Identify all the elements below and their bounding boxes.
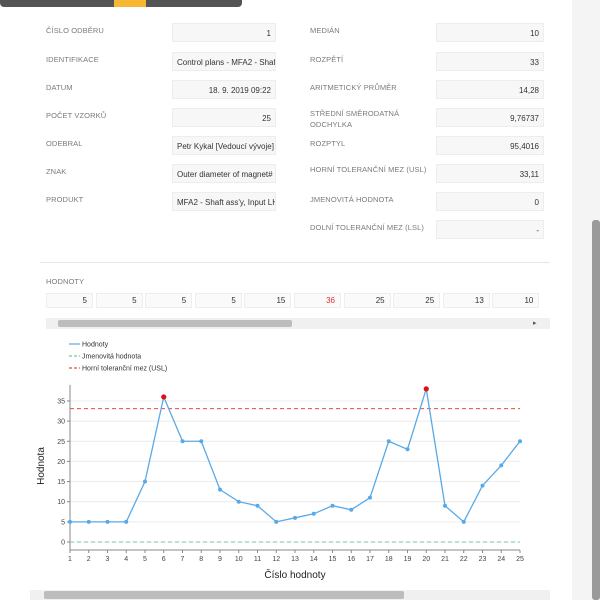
data-point: [105, 519, 110, 524]
x-tick-label: 12: [272, 556, 280, 563]
x-tick-label: 5: [143, 556, 147, 563]
y-tick-label: 5: [61, 519, 65, 526]
legend-label: Horní toleranční mez (USL): [82, 366, 167, 373]
x-tick-label: 1: [68, 556, 72, 563]
x-tick-label: 13: [291, 556, 299, 563]
x-tick-label: 20: [422, 556, 430, 563]
legend-label: Hodnoty: [82, 342, 109, 349]
x-tick-label: 4: [124, 556, 128, 563]
y-tick-label: 0: [61, 540, 65, 547]
values-chart: 051015202530351 2 3 4 5 6 7 8 9 10 11 12 13 14 15 16 17 1…: [36, 342, 524, 582]
chart-scrollbar[interactable]: [30, 590, 550, 600]
data-point: [255, 503, 260, 508]
out-of-spec-point: [161, 394, 167, 400]
y-tick-label: 15: [57, 479, 65, 486]
data-point: [274, 519, 279, 524]
data-point: [461, 519, 466, 524]
x-tick-label: 23: [479, 556, 487, 563]
x-tick-label: 3: [106, 556, 110, 563]
out-of-spec-point: [423, 386, 429, 392]
data-point: [368, 495, 372, 500]
x-tick-label: 2: [87, 556, 91, 563]
data-point: [199, 439, 204, 444]
data-point: [480, 483, 485, 488]
x-tick-label: 17: [366, 556, 374, 563]
y-tick-label: 35: [57, 398, 65, 405]
x-tick-label: 9: [218, 556, 222, 563]
x-tick-label: 25: [516, 556, 524, 563]
y-tick-label: 10: [57, 499, 65, 506]
data-point: [68, 519, 72, 524]
data-point: [180, 439, 185, 444]
x-tick-label: 10: [235, 556, 243, 563]
x-tick-label: 18: [385, 556, 393, 563]
data-point: [236, 499, 241, 504]
data-point: [218, 487, 222, 492]
x-tick-label: 16: [347, 556, 355, 563]
data-point: [330, 503, 335, 508]
y-axis-title: Hodnota: [36, 447, 47, 485]
data-point: [349, 507, 354, 512]
x-tick-label: 6: [162, 556, 166, 563]
x-tick-label: 14: [310, 556, 318, 563]
y-tick-label: 20: [57, 459, 65, 466]
x-axis-title: Číslo hodnoty: [264, 568, 325, 581]
legend-label: Jmenovitá hodnota: [82, 354, 141, 361]
x-tick-label: 7: [181, 556, 185, 563]
data-point: [293, 515, 297, 520]
x-tick-label: 15: [329, 556, 337, 563]
data-point: [143, 479, 147, 484]
data-point: [311, 511, 316, 516]
data-point: [518, 439, 522, 444]
x-tick-label: 11: [254, 556, 261, 563]
x-tick-label: 21: [441, 556, 449, 563]
data-point: [386, 439, 391, 444]
x-tick-label: 8: [199, 556, 203, 563]
data-point: [499, 463, 504, 468]
data-point: [124, 519, 129, 524]
x-tick-label: 19: [404, 556, 412, 563]
data-point: [405, 447, 410, 452]
x-tick-label: 22: [460, 556, 468, 563]
data-point: [443, 503, 447, 508]
x-tick-label: 24: [497, 556, 505, 563]
chart-scrollbar-thumb[interactable]: [44, 591, 404, 599]
y-tick-label: 25: [57, 439, 65, 446]
y-tick-label: 30: [57, 419, 65, 426]
data-point: [86, 519, 91, 524]
